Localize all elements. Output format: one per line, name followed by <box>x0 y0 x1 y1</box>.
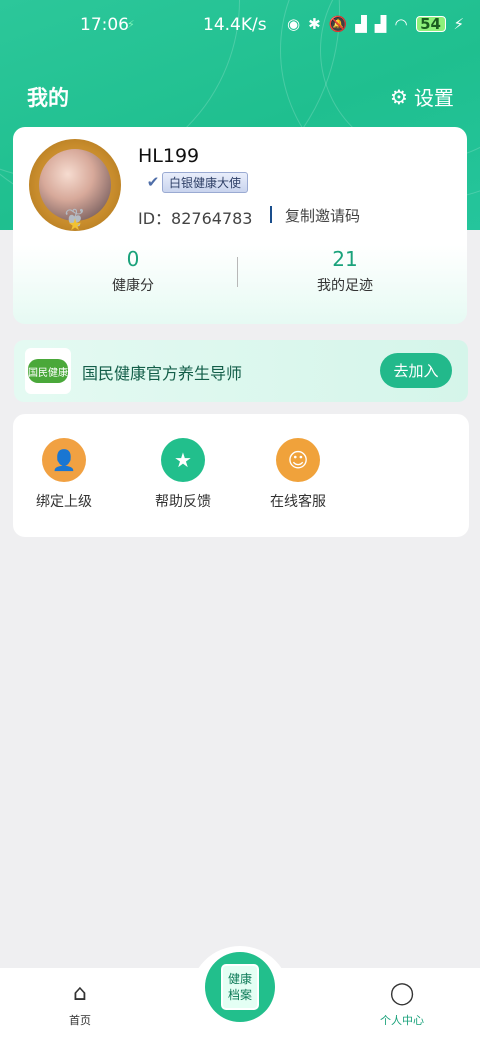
stat-value: 0 <box>126 247 140 271</box>
badge-label: 白银健康大使 <box>162 171 249 193</box>
stat-footprints[interactable]: 21 我的足迹 <box>275 247 415 295</box>
star-icon: ★ <box>67 215 83 234</box>
stat-value: 21 <box>332 247 358 271</box>
stat-label: 我的足迹 <box>317 278 373 294</box>
level-badge: ✔ 白银健康大使 <box>140 171 249 193</box>
nav-label: 个人中心 <box>380 1014 424 1027</box>
divider <box>270 206 272 223</box>
stat-label: 健康分 <box>112 278 154 294</box>
status-icons: ◉ ✱ 🔕 ▟ ▟ ◠ 54 ⚡ <box>287 15 464 33</box>
signal-icon: ▟ <box>355 15 367 33</box>
tool-label: 在线客服 <box>270 494 326 510</box>
stat-health-score[interactable]: 0 健康分 <box>63 247 203 295</box>
nav-center-line1: 健康 <box>227 972 252 986</box>
mute-bell-icon: 🔕 <box>328 15 348 33</box>
join-banner[interactable]: 国民健康 国民健康官方养生导师 去加入 <box>14 340 468 402</box>
copy-invite-code-button[interactable]: 复制邀请码 <box>285 205 360 226</box>
username: HL199 <box>138 145 200 167</box>
join-banner-text: 国民健康官方养生导师 <box>82 364 243 383</box>
tool-label: 帮助反馈 <box>155 494 211 510</box>
wifi-icon: ◠ <box>394 15 408 33</box>
gear-icon: ⚙ <box>390 84 408 109</box>
health-record-icon: 健康 档案 <box>221 964 259 1010</box>
charging-bolt-icon: ⚡ <box>453 15 465 33</box>
tool-help-feedback[interactable]: ★ 帮助反馈 <box>138 438 228 511</box>
user-id: ID：82764783 <box>138 209 253 228</box>
profile-card: ❦ ★ HL199 ✔ 白银健康大使 ID：82764783 复制邀请码 0 健… <box>13 127 467 324</box>
bottom-nav: ⌂ 首页 健康 档案 ◯ 个人中心 <box>0 946 480 1042</box>
network-speed: 14.4K/s <box>203 15 267 35</box>
headset-icon: ☺ <box>276 438 320 482</box>
home-icon: ⌂ <box>73 981 87 1006</box>
status-time: 17:06 <box>80 15 129 35</box>
nav-profile[interactable]: ◯ 个人中心 <box>362 980 442 1028</box>
settings-button[interactable]: ⚙ 设置 <box>390 82 454 111</box>
tool-label: 绑定上级 <box>36 494 92 510</box>
tool-online-support[interactable]: ☺ 在线客服 <box>253 438 343 511</box>
charging-icon: ⚡ <box>127 18 135 31</box>
page-title: 我的 <box>27 86 69 110</box>
toggle-icon: ◉ <box>287 15 301 33</box>
brand-logo-text: 国民健康 <box>28 359 68 383</box>
battery-icon: 54 <box>415 15 446 33</box>
avatar[interactable]: ❦ ★ <box>29 139 121 234</box>
settings-label: 设置 <box>413 86 454 110</box>
person-icon: ◯ <box>389 981 415 1006</box>
nav-label: 首页 <box>69 1014 91 1027</box>
bookmark-star-icon: ★ <box>161 438 205 482</box>
nav-home[interactable]: ⌂ 首页 <box>40 980 120 1028</box>
nav-health-record[interactable]: 健康 档案 <box>205 952 275 1022</box>
tools-card: 👤 绑定上级 ★ 帮助反馈 ☺ 在线客服 <box>13 414 469 537</box>
signal-icon-2: ▟ <box>374 15 387 33</box>
status-bar: 17:06 ⚡ 14.4K/s ◉ ✱ 🔕 ▟ ▟ ◠ 54 ⚡ <box>0 0 480 52</box>
bluetooth-icon: ✱ <box>308 15 321 33</box>
tool-bind-superior[interactable]: 👤 绑定上级 <box>19 438 109 511</box>
stat-divider <box>237 257 238 287</box>
user-link-icon: 👤 <box>42 438 86 482</box>
nav-center-line2: 档案 <box>227 988 252 1002</box>
join-button[interactable]: 去加入 <box>380 353 452 388</box>
brand-logo: 国民健康 <box>25 348 71 394</box>
